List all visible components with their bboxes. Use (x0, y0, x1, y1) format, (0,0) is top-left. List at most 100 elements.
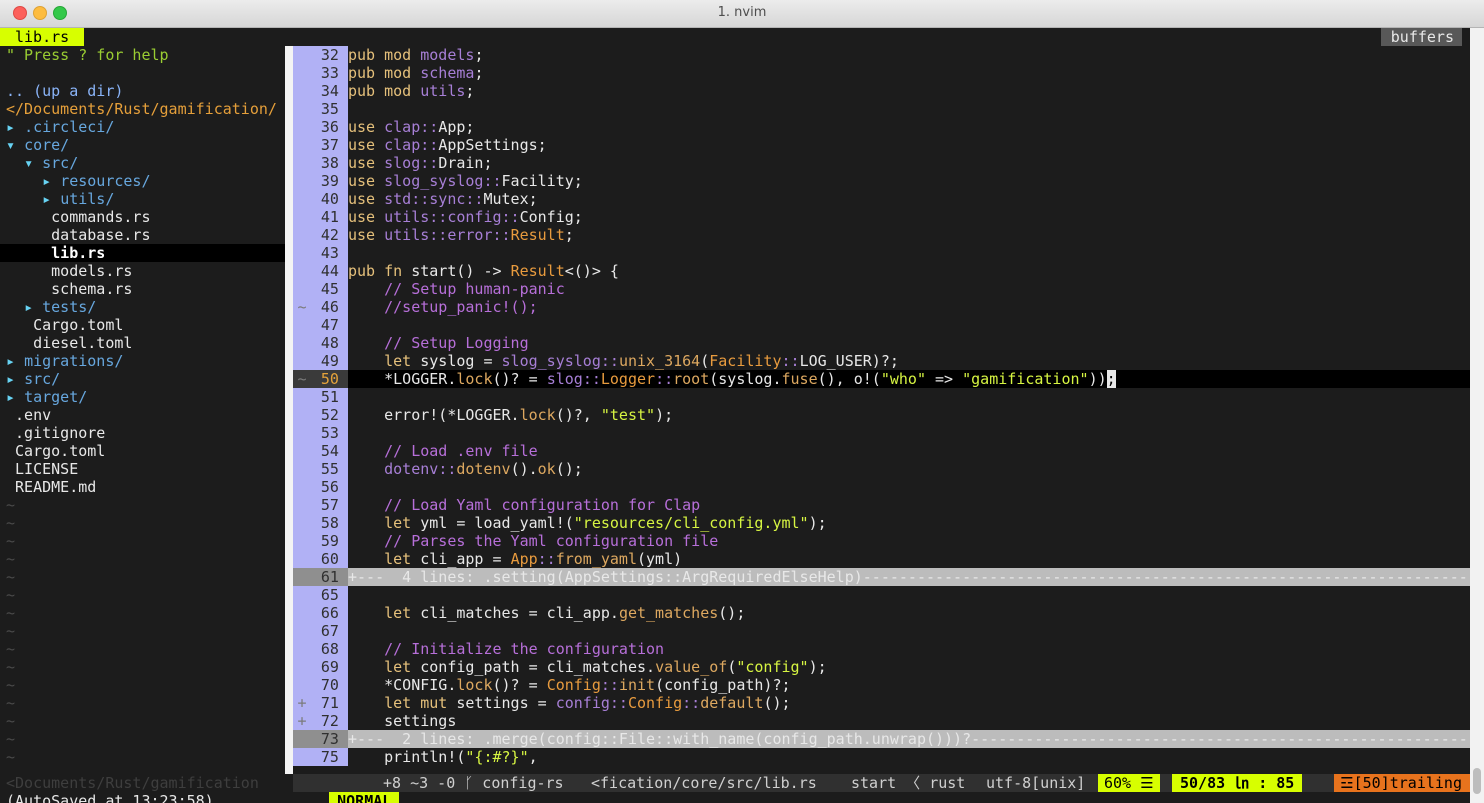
fold-line[interactable]: 61 +--- 4 lines: .setting(AppSettings::A… (293, 568, 1470, 586)
tree-dir[interactable]: ▸ utils/ (6, 190, 285, 208)
tree-dir[interactable]: ▸ resources/ (6, 172, 285, 190)
line-gutter: 40 (293, 190, 348, 208)
token: AppSettings (438, 136, 538, 154)
code-line[interactable]: 37 use clap::AppSettings; (293, 136, 1470, 154)
code-line[interactable]: 38 use slog::Drain; (293, 154, 1470, 172)
code-line[interactable]: 69 let config_path = cli_matches.value_o… (293, 658, 1470, 676)
code-line[interactable]: 36 use clap::App; (293, 118, 1470, 136)
line-text: pub mod utils; (348, 82, 474, 100)
code-line[interactable]: 34 pub mod utils; (293, 82, 1470, 100)
line-text: use utils::config::Config; (348, 208, 583, 226)
code-line[interactable]: 75 println!("{:#?}", (293, 748, 1470, 766)
code-line[interactable]: 60 let cli_app = App::from_yaml(yml) (293, 550, 1470, 568)
tab-current-file[interactable]: lib.rs (0, 28, 84, 46)
file-tree[interactable]: lib.rs " Press ? for help .. (up a dir) </… (0, 28, 285, 774)
tree-file[interactable]: lib.rs (0, 244, 285, 262)
code-line[interactable]: 47 (293, 316, 1470, 334)
line-gutter: 48 (293, 334, 348, 352)
collapsed-arrow-icon[interactable]: ▸ (6, 118, 15, 136)
code-line[interactable]: 32 pub mod models; (293, 46, 1470, 64)
collapsed-arrow-icon[interactable]: ▸ (6, 388, 15, 406)
code-line[interactable]: 67 (293, 622, 1470, 640)
command-line[interactable]: (AutoSaved at 13:23:58) (0, 792, 1470, 803)
code-line[interactable]: 66 let cli_matches = cli_app.get_matches… (293, 604, 1470, 622)
line-number: 47 (320, 316, 339, 334)
tree-file[interactable]: .env (6, 406, 285, 424)
tree-dir[interactable]: ▸ tests/ (6, 298, 285, 316)
tree-file[interactable]: Cargo.toml (6, 442, 285, 460)
code-line[interactable]: 56 (293, 478, 1470, 496)
code-line[interactable]: ~46 //setup_panic!(); (293, 298, 1470, 316)
expanded-arrow-icon[interactable]: ▾ (24, 154, 33, 172)
collapsed-arrow-icon[interactable]: ▸ (42, 190, 51, 208)
code-line[interactable]: 40 use std::sync::Mutex; (293, 190, 1470, 208)
tree-dir[interactable]: ▸ src/ (6, 370, 285, 388)
tree-dir[interactable]: ▸ target/ (6, 388, 285, 406)
tree-item-label: core/ (24, 136, 70, 154)
expanded-arrow-icon[interactable]: ▾ (6, 136, 15, 154)
code-line[interactable]: +72 settings (293, 712, 1470, 730)
tree-dir[interactable]: ▸ migrations/ (6, 352, 285, 370)
collapsed-arrow-icon[interactable]: ▸ (42, 172, 51, 190)
tree-dir[interactable]: ▾ core/ (6, 136, 285, 154)
line-text: let yml = load_yaml!("resources/cli_conf… (348, 514, 827, 532)
token: (); (763, 694, 791, 712)
tree-dir[interactable]: ▸ .circleci/ (6, 118, 285, 136)
fold-line[interactable]: 73 +--- 2 lines: .merge(config::File::wi… (293, 730, 1470, 748)
tree-file[interactable]: models.rs (6, 262, 285, 280)
line-number: 66 (320, 604, 339, 622)
up-dir-link[interactable]: .. (up a dir) (6, 82, 285, 100)
tree-file[interactable]: database.rs (6, 226, 285, 244)
buffers-label[interactable]: buffers (1380, 28, 1462, 46)
tree-file[interactable]: Cargo.toml (6, 316, 285, 334)
code-line[interactable]: +71 let mut settings = config::Config::d… (293, 694, 1470, 712)
tree-file[interactable]: .gitignore (6, 424, 285, 442)
tree-file[interactable]: diesel.toml (6, 334, 285, 352)
code-editor[interactable]: 32 pub mod models; 33 pub mod schema; 34 p… (293, 46, 1470, 774)
scrollbar-thumb[interactable] (1473, 768, 1481, 794)
code-line[interactable]: 54 // Load .env file (293, 442, 1470, 460)
code-line[interactable]: 55 dotenv::dotenv().ok(); (293, 460, 1470, 478)
vertical-split[interactable] (285, 46, 293, 774)
tree-file[interactable]: LICENSE (6, 460, 285, 478)
collapsed-arrow-icon[interactable]: ▸ (6, 352, 15, 370)
token: ()? = (492, 370, 547, 388)
scrollbar[interactable] (1470, 28, 1484, 803)
code-line[interactable]: 58 let yml = load_yaml!("resources/cli_c… (293, 514, 1470, 532)
tree-file[interactable]: schema.rs (6, 280, 285, 298)
code-line[interactable]: 33 pub mod schema; (293, 64, 1470, 82)
code-line[interactable]: 48 // Setup Logging (293, 334, 1470, 352)
collapsed-arrow-icon[interactable]: ▸ (24, 298, 33, 316)
token: (syslog. (709, 370, 782, 388)
code-line[interactable]: 35 (293, 100, 1470, 118)
token: ; (537, 136, 547, 154)
code-line[interactable]: 53 (293, 424, 1470, 442)
current-line[interactable]: ~50 *LOGGER.lock()? = slog::Logger::root… (293, 370, 1470, 388)
code-line[interactable]: 45 // Setup human-panic (293, 280, 1470, 298)
code-line[interactable]: 51 (293, 388, 1470, 406)
tree-item-label: migrations/ (24, 352, 124, 370)
terminal[interactable]: lib.rs " Press ? for help .. (up a dir) </… (0, 28, 1470, 803)
tree-file[interactable]: README.md (6, 478, 285, 496)
code-line[interactable]: 65 (293, 586, 1470, 604)
token: (config_path)?; (655, 676, 791, 694)
code-line[interactable]: 43 (293, 244, 1470, 262)
collapsed-arrow-icon[interactable]: ▸ (6, 370, 15, 388)
tree-file[interactable]: commands.rs (6, 208, 285, 226)
empty-line-marker: ~ (6, 712, 16, 730)
code-line[interactable]: 44 pub fn start() -> Result<()> { (293, 262, 1470, 280)
code-line[interactable]: 57 // Load Yaml configuration for Clap (293, 496, 1470, 514)
code-line[interactable]: 70 *CONFIG.lock()? = Config::init(config… (293, 676, 1470, 694)
code-line[interactable]: 41 use utils::config::Config; (293, 208, 1470, 226)
code-line[interactable]: 39 use slog_syslog::Facility; (293, 172, 1470, 190)
tree-dir[interactable]: ▾ src/ (6, 154, 285, 172)
code-line[interactable]: 59 // Parses the Yaml configuration file (293, 532, 1470, 550)
line-number: 61 (320, 568, 339, 586)
line-number: 71 (320, 694, 339, 712)
code-line[interactable]: 42 use utils::error::Result; (293, 226, 1470, 244)
code-line[interactable]: 52 error!(*LOGGER.lock()?, "test"); (293, 406, 1470, 424)
code-line[interactable]: 49 let syslog = slog_syslog::unix_3164(F… (293, 352, 1470, 370)
code-line[interactable]: 68 // Initialize the configuration (293, 640, 1470, 658)
